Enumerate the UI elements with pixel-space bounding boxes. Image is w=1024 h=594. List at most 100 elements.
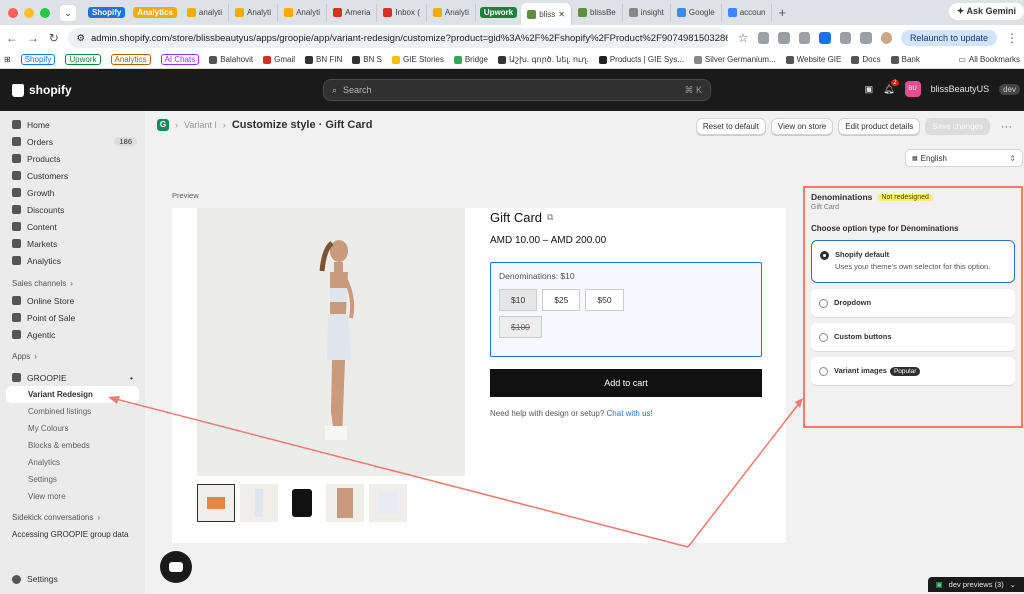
new-tab-button[interactable]: + — [772, 5, 792, 20]
denomination-swatch[interactable]: $50 — [585, 289, 624, 311]
close-window-button[interactable] — [8, 7, 18, 18]
radio-button[interactable] — [820, 251, 829, 260]
breadcrumb-variant-link[interactable]: Variant I — [184, 120, 217, 130]
admin-search-input[interactable]: ⌕ Search ⌘ K — [323, 79, 711, 101]
bookmark-item[interactable]: Աշխ. գործ. նել. ուղ. — [497, 55, 589, 64]
radio-button[interactable] — [819, 366, 828, 376]
view-on-store-button[interactable]: View on store — [770, 118, 834, 135]
sidebar-item-online-store[interactable]: Online Store — [0, 292, 145, 309]
sidebar-item-analytics[interactable]: Analytics — [0, 252, 145, 269]
back-icon[interactable]: ← — [6, 31, 18, 45]
browser-tab[interactable]: Analyti — [229, 3, 279, 22]
app-subitem-view-more[interactable]: View more — [0, 488, 145, 505]
bookmark-item[interactable]: GIE Stories — [391, 55, 444, 64]
more-actions-icon[interactable]: ··· — [995, 121, 1018, 133]
save-changes-button[interactable]: Save changes — [925, 118, 990, 135]
sidekick-icon[interactable]: ▣ — [865, 84, 874, 95]
sidebar-item-markets[interactable]: Markets — [0, 235, 145, 252]
tab-group-upwork[interactable]: Upwork — [479, 7, 518, 18]
extension-icon[interactable] — [819, 32, 831, 44]
bookmark-item[interactable]: Gmail — [263, 55, 295, 64]
browser-tab[interactable]: bliss ✕ — [521, 3, 572, 25]
minimize-window-button[interactable] — [24, 7, 34, 18]
all-bookmarks-button[interactable]: ▭ All Bookmarks — [958, 55, 1020, 64]
app-subitem-analytics[interactable]: Analytics — [0, 454, 145, 471]
reload-icon[interactable]: ↻ — [48, 31, 59, 45]
bookmark-item[interactable]: Products | GIE Sys... — [598, 55, 684, 64]
option-type-dropdown[interactable]: Dropdown — [811, 288, 1015, 317]
sidebar-item-agentic[interactable]: Agentic — [0, 326, 145, 343]
app-subitem-variant-redesign[interactable]: Variant Redesign — [6, 386, 139, 403]
browser-tab[interactable]: Analyti — [427, 3, 476, 22]
extension-icon[interactable] — [798, 32, 811, 44]
extension-icon[interactable] — [778, 32, 790, 44]
sidekick-conversations-header[interactable]: Sidekick conversations › — [0, 509, 145, 526]
relaunch-to-update-button[interactable]: Relaunch to update — [900, 30, 997, 46]
sidebar-item-growth[interactable]: Growth — [0, 184, 145, 201]
url-field[interactable]: ⚙ admin.shopify.com/store/blissbeautyus/… — [68, 28, 729, 48]
app-subitem-settings[interactable]: Settings — [0, 471, 145, 488]
site-info-icon[interactable]: ⚙ — [76, 33, 85, 44]
option-type-custom-buttons[interactable]: Custom buttons — [811, 322, 1015, 351]
collapse-icon[interactable]: ⌄ — [1010, 580, 1016, 589]
app-subitem-blocks-embeds[interactable]: Blocks & embeds — [0, 437, 145, 454]
sidebar-item-discounts[interactable]: Discounts — [0, 201, 145, 218]
tab-group-shopify[interactable]: Shopify — [88, 7, 126, 18]
bookmark-item[interactable]: Balahovit — [209, 55, 253, 64]
radio-button[interactable] — [819, 332, 828, 342]
apps-header[interactable]: Apps › — [0, 348, 145, 365]
browser-tab[interactable]: Inbox ( — [377, 3, 427, 22]
maximize-window-button[interactable] — [40, 7, 50, 18]
bookmark-group-analytics[interactable]: Analytics — [110, 54, 151, 65]
sidekick-conversation-item[interactable]: Accessing GROOPIE group data — [0, 526, 145, 543]
bookmark-item[interactable]: Bridge — [453, 55, 488, 64]
thumbnail-white-top[interactable] — [369, 484, 407, 522]
edit-product-details-button[interactable]: Edit product details — [838, 118, 921, 135]
browser-tab[interactable]: blissBe — [572, 3, 623, 22]
sidebar-item-home[interactable]: Home — [0, 116, 145, 133]
dev-previews-bar[interactable]: ▣ dev previews (3) ⌄ — [927, 577, 1024, 592]
browser-tab[interactable]: insight — [623, 3, 671, 22]
bookmark-item[interactable]: Silver Germanium... — [693, 55, 776, 64]
apps-grid-icon[interactable]: ⊞ — [4, 55, 11, 64]
shopify-logo[interactable]: shopify — [0, 83, 200, 97]
denomination-swatch[interactable]: $100 — [499, 316, 542, 338]
chat-with-us-link[interactable]: Chat with us! — [607, 409, 653, 418]
option-type-shopify-default[interactable]: Shopify default Uses your theme's own sel… — [811, 240, 1015, 283]
thumbnail-gift-card[interactable] — [197, 484, 235, 522]
reset-to-default-button[interactable]: Reset to default — [695, 118, 766, 135]
bookmark-item[interactable]: Bank — [890, 55, 920, 64]
sidebar-item-products[interactable]: Products — [0, 150, 145, 167]
chat-button[interactable] — [160, 551, 192, 583]
store-avatar[interactable]: BU — [904, 81, 921, 97]
browser-menu-icon[interactable]: ⋮ — [1006, 31, 1018, 45]
sidebar-icon[interactable] — [860, 32, 872, 44]
ask-gemini-button[interactable]: ✦ Ask Gemini — [948, 3, 1024, 20]
app-subitem-combined-listings[interactable]: Combined listings — [0, 403, 145, 420]
product-main-image[interactable] — [197, 208, 465, 476]
extension-icon[interactable] — [757, 32, 770, 44]
forward-icon[interactable]: → — [27, 31, 39, 45]
denomination-swatch[interactable]: $25 — [542, 289, 581, 311]
browser-tab[interactable]: Analyti — [278, 3, 328, 22]
browser-tab[interactable]: accoun — [722, 3, 773, 22]
notifications-bell-icon[interactable]: 🔔︎ 2 — [883, 79, 899, 95]
tab-search-chevron-icon[interactable]: ⌄ — [60, 4, 76, 21]
bookmark-item[interactable]: BN S — [352, 55, 382, 64]
thumbnail-black-top[interactable] — [283, 484, 321, 522]
browser-tab[interactable]: Ameria — [327, 3, 378, 22]
sidebar-item-orders[interactable]: Orders 186 — [0, 133, 145, 150]
thumbnail-model-front[interactable] — [326, 484, 364, 522]
thumbnail-side-view[interactable] — [240, 484, 278, 522]
bookmark-group-ai-chats[interactable]: AI Chats — [160, 54, 200, 65]
bookmark-star-icon[interactable]: ☆ — [737, 31, 749, 45]
radio-button[interactable] — [819, 298, 828, 308]
sidebar-item-groopie[interactable]: GROOPIE • — [0, 369, 145, 386]
bookmark-group-shopify[interactable]: Shopify — [20, 54, 56, 65]
sidebar-item-point-of-sale[interactable]: Point of Sale — [0, 309, 145, 326]
extensions-puzzle-icon[interactable] — [839, 32, 852, 44]
app-subitem-my-colours[interactable]: My Colours — [0, 420, 145, 437]
browser-tab[interactable]: analyti — [181, 3, 230, 22]
bookmark-item[interactable]: Docs — [851, 55, 881, 64]
browser-tab[interactable]: Google — [671, 3, 722, 22]
